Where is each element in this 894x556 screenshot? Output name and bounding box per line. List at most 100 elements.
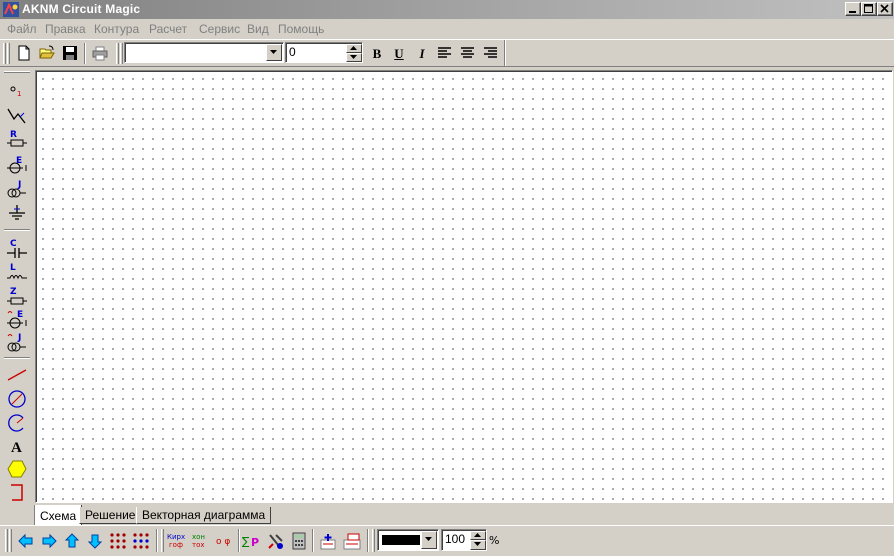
voltage-source-icon: E [7,156,27,174]
color-swatch [382,535,420,545]
font-size-value: 0 [289,45,296,59]
toolbar-separator [4,229,30,231]
svg-text:P: P [251,536,259,549]
calculator-button[interactable] [288,530,310,552]
new-file-button[interactable] [13,42,35,64]
impedance-icon: Z [7,287,27,305]
toolbar-separator [504,40,506,66]
move-right-button[interactable] [38,530,60,552]
svg-text:Z: Z [10,287,17,297]
move-up-button[interactable] [61,530,83,552]
ground-tool[interactable] [4,202,30,226]
save-button[interactable] [59,42,81,64]
menu-view[interactable]: Вид [247,22,269,36]
node-potentials-button[interactable]: o φ [214,530,236,552]
current-source-tool[interactable]: J [4,178,30,202]
polyline-tool[interactable] [4,480,30,504]
font-combo-dropdown-button[interactable] [266,44,282,61]
emf-source-tool[interactable]: E [4,154,30,178]
ac-current-source-tool[interactable]: J [4,331,30,355]
svg-text:Кирх: Кирх [167,533,185,541]
menu-service[interactable]: Сервис [199,22,240,36]
toolbar-grip[interactable] [4,71,30,73]
font-size-down-button[interactable] [346,53,362,62]
grid-toggle-button[interactable] [107,530,129,552]
print-button[interactable] [89,42,111,64]
minimize-button[interactable] [845,2,861,16]
bold-button[interactable]: B [368,46,386,62]
inductor-tool[interactable]: L [4,260,30,284]
floppy-disk-icon [63,46,77,60]
zoom-field[interactable]: 100 [441,529,487,551]
zoom-down-button[interactable] [470,540,486,550]
snap-grid-button[interactable] [130,530,152,552]
menu-help[interactable]: Помощь [278,22,324,36]
polygon-tool[interactable] [4,457,30,481]
tab-solution[interactable]: Решение [79,507,142,524]
tab-vector-diagram[interactable]: Векторная диаграмма [136,507,272,524]
svg-text:хон: хон [192,533,205,541]
menu-bar: Файл Правка Контура Расчет Сервис Вид По… [0,19,894,39]
maximize-button[interactable] [861,2,877,16]
menu-file[interactable]: Файл [7,22,37,36]
svg-text:1: 1 [17,90,21,98]
tab-schema[interactable]: Схема [34,505,83,526]
component-toolbar: 1 R E J C L Z E J A [0,67,35,507]
move-down-button[interactable] [84,530,106,552]
font-size-field[interactable]: 0 [285,42,363,63]
toolbar-grip[interactable] [9,529,12,552]
menu-calculation[interactable]: Расчет [149,22,187,36]
line-color-dropdown-button[interactable] [421,531,437,549]
open-file-button[interactable] [36,42,58,64]
align-right-button[interactable] [480,42,502,64]
schematic-canvas[interactable] [35,70,893,503]
menu-edit[interactable]: Правка [45,22,86,36]
toolbar-grip[interactable] [3,43,6,64]
toolbar-separator [4,357,30,359]
text-tool[interactable]: A [4,434,30,458]
font-combo[interactable] [124,42,284,63]
contour-currents-button[interactable]: хон тох [190,530,212,552]
align-center-button[interactable] [457,42,479,64]
zoom-out-button[interactable] [341,530,363,552]
wire-tool[interactable] [4,104,30,128]
title-bar: AKNM Circuit Magic [0,0,894,19]
align-center-icon [461,47,474,58]
power-balance-button[interactable]: ∑ P [242,530,264,552]
tab-strip: Схема Решение Векторная диаграмма [0,503,894,526]
node-tool[interactable]: 1 [4,79,30,103]
menu-contours[interactable]: Контура [94,22,139,36]
main-toolbar: 0 B U I [0,39,894,67]
move-left-button[interactable] [15,530,37,552]
zoom-up-button[interactable] [470,531,486,540]
impedance-tool[interactable]: Z [4,284,30,308]
italic-button[interactable]: I [413,46,431,62]
font-size-up-button[interactable] [346,44,362,53]
measure-button[interactable] [265,530,287,552]
toolbar-grip[interactable] [116,43,119,64]
arrow-up-icon [64,533,80,548]
toolbar-grip[interactable] [372,529,375,552]
ellipse-tool[interactable] [4,387,30,411]
arrow-down-icon [474,542,481,546]
chevron-down-icon [270,50,277,54]
kirchhoff-button[interactable]: Кирх гоф [166,530,188,552]
svg-text:тох: тох [192,541,205,549]
close-button[interactable] [877,2,893,16]
resistor-tool[interactable]: R [4,128,30,152]
underline-button[interactable]: U [390,46,408,62]
arc-tool[interactable] [4,411,30,435]
zoom-in-button[interactable] [317,530,339,552]
zoom-out-icon [343,533,361,550]
chevron-down-icon [425,537,432,541]
align-left-button[interactable] [434,42,456,64]
ac-emf-source-tool[interactable]: E [4,308,30,332]
line-color-combo[interactable] [377,529,439,551]
circle-icon [8,390,26,408]
toolbar-grip[interactable] [161,529,164,552]
toolbar-grip[interactable] [7,43,10,64]
toolbar-grip[interactable] [120,43,123,64]
toolbar-grip[interactable] [5,529,8,552]
capacitor-tool[interactable]: C [4,236,30,260]
line-tool[interactable] [4,363,30,387]
